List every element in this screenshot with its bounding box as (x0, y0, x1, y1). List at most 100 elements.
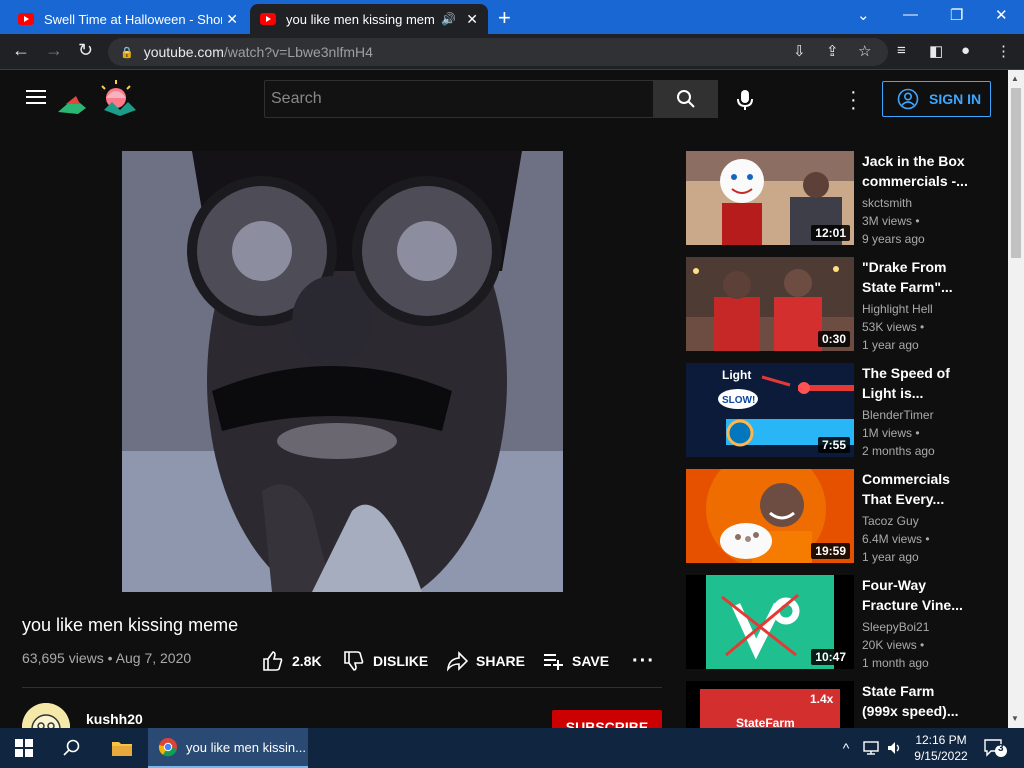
browser-tab-strip: Swell Time at Halloween - Short Fi ✕ you… (0, 0, 1024, 34)
lock-icon: 🔒 (120, 46, 134, 59)
settings-kebab-icon[interactable]: · · · (850, 82, 857, 118)
browser-menu-icon[interactable]: ⋮ (996, 42, 1011, 60)
speaker-icon (888, 742, 900, 754)
scroll-down-icon[interactable]: ▼ (1011, 714, 1019, 723)
recommendation-item[interactable]: StateFarm 1.4x State Farm (999x speed)..… (686, 681, 986, 728)
view-count: 63,695 views (22, 650, 104, 666)
search-icon (63, 739, 80, 756)
install-app-icon[interactable]: ⇩ (793, 42, 806, 60)
hamburger-menu-icon[interactable] (26, 90, 46, 104)
profile-icon[interactable]: ● (961, 42, 970, 59)
network-icon[interactable] (860, 728, 882, 768)
video-meta: 63,695 views • Aug 7, 2020 (22, 650, 192, 666)
video-still-image (122, 151, 563, 592)
scroll-up-icon[interactable]: ▲ (1011, 74, 1019, 83)
recommendation-age: 9 years ago (862, 232, 925, 246)
file-explorer-button[interactable] (100, 728, 144, 768)
video-thumbnail[interactable]: 0:30 (686, 257, 854, 351)
youtube-doodle-logo[interactable] (56, 78, 142, 118)
recommendation-views: 6.4M views • (862, 532, 930, 546)
views-text: 53K views (862, 320, 917, 334)
recommendation-item[interactable]: 19:59 Commercials That Every... Tacoz Gu… (686, 469, 986, 564)
video-frame[interactable] (122, 151, 563, 592)
taskbar-window-title: you like men kissin... (186, 739, 306, 755)
video-thumbnail[interactable]: 10:47 (686, 575, 854, 669)
sign-in-button[interactable]: SIGN IN (882, 81, 991, 117)
thumbnail-text-slow: SLOW! (722, 395, 755, 406)
recommendation-age: 1 year ago (862, 550, 919, 564)
search-input[interactable]: Search (264, 80, 654, 118)
youtube-favicon-icon (260, 13, 276, 25)
search-button[interactable] (654, 80, 718, 118)
recommendation-views: 20K views • (862, 638, 925, 652)
recommendation-title[interactable]: "Drake From State Farm"... (862, 257, 972, 297)
clock-date: 9/15/2022 (914, 749, 968, 763)
start-button[interactable] (4, 728, 44, 768)
tab-inactive[interactable]: Swell Time at Halloween - Short Fi ✕ (8, 4, 248, 34)
page-scrollbar[interactable]: ▲ ▼ (1008, 70, 1024, 728)
action-center-button[interactable]: 3 (984, 738, 1008, 758)
video-player[interactable] (0, 126, 686, 606)
bookmark-star-icon[interactable]: ☆ (858, 42, 871, 60)
recommendation-title[interactable]: Four-Way Fracture Vine... (862, 575, 972, 615)
side-panel-icon[interactable]: ◧ (929, 42, 943, 60)
thumbs-up-icon (263, 651, 283, 671)
taskbar-chrome-window[interactable]: you like men kissin... (148, 728, 308, 768)
reload-icon[interactable]: ↻ (78, 40, 93, 61)
recommendation-title[interactable]: State Farm (999x speed)... (862, 681, 972, 721)
close-tab-icon[interactable]: ✕ (466, 11, 478, 28)
like-count: 2.8K (292, 653, 322, 669)
thumbs-down-icon (344, 651, 364, 671)
new-tab-icon[interactable]: + (498, 5, 511, 31)
like-button[interactable]: 2.8K (262, 650, 322, 672)
tab-search-chevron-icon[interactable]: ⌄ (857, 6, 870, 24)
views-text: 20K views (862, 638, 917, 652)
scrollbar-thumb[interactable] (1011, 88, 1021, 258)
video-duration: 10:47 (811, 649, 850, 665)
back-arrow-icon[interactable]: ← (12, 40, 30, 61)
recommendation-item[interactable]: 12:01 Jack in the Box commercials -... s… (686, 151, 986, 246)
dislike-button[interactable]: DISLIKE (343, 650, 428, 672)
share-page-icon[interactable]: ⇪ (826, 42, 839, 60)
share-button[interactable]: SHARE (446, 650, 525, 672)
more-actions-icon[interactable]: ··· (632, 650, 655, 672)
share-arrow-icon (446, 651, 468, 672)
restore-icon[interactable]: ❐ (950, 6, 963, 24)
video-thumbnail[interactable]: Light SLOW! 7:55 (686, 363, 854, 457)
tray-overflow-chevron-icon[interactable]: ^ (836, 728, 856, 768)
media-control-icon[interactable]: ≡ (897, 42, 906, 59)
thumbnail-image: StateFarm 1.4x (686, 681, 854, 728)
url-host: youtube.com (143, 44, 224, 60)
recommendation-channel: SleepyBoi21 (862, 620, 930, 634)
forward-arrow-icon[interactable]: → (45, 40, 63, 61)
video-thumbnail[interactable]: 19:59 (686, 469, 854, 563)
recommendation-item[interactable]: Light SLOW! 7:55 The Speed of Light is..… (686, 363, 986, 458)
video-thumbnail[interactable]: 12:01 (686, 151, 854, 245)
address-bar[interactable]: 🔒 youtube.com/watch?v=Lbwe3nlfmH4 (108, 38, 888, 66)
system-clock[interactable]: 12:16 PM 9/15/2022 (912, 732, 970, 764)
video-duration: 19:59 (811, 543, 850, 559)
channel-name[interactable]: kushh20 (86, 711, 143, 727)
save-button[interactable]: SAVE (542, 650, 609, 672)
share-label: SHARE (476, 653, 526, 669)
recommendation-age: 1 year ago (862, 338, 919, 352)
recommendation-title[interactable]: Jack in the Box commercials -... (862, 151, 972, 191)
audio-playing-icon[interactable]: 🔊 (441, 12, 456, 26)
microphone-icon[interactable] (733, 88, 757, 112)
tab-active[interactable]: you like men kissing meme - Yo 🔊 ✕ (250, 4, 488, 34)
close-tab-icon[interactable]: ✕ (226, 11, 238, 28)
tab-title: Swell Time at Halloween - Short Fi (44, 11, 222, 27)
recommendation-title[interactable]: The Speed of Light is... (862, 363, 972, 403)
recommendation-channel: BlenderTimer (862, 408, 934, 422)
chrome-logo-icon (158, 738, 177, 757)
recommendation-title[interactable]: Commercials That Every... (862, 469, 972, 509)
volume-icon[interactable] (884, 728, 906, 768)
recommendation-views: 3M views • (862, 214, 920, 228)
video-thumbnail[interactable]: StateFarm 1.4x (686, 681, 854, 728)
taskbar-search-button[interactable] (52, 728, 92, 768)
close-window-icon[interactable]: ✕ (995, 6, 1008, 24)
windows-taskbar: you like men kissin... ^ 12:16 PM 9/15/2… (0, 728, 1024, 768)
minimize-icon[interactable]: — (903, 6, 918, 23)
recommendation-item[interactable]: 0:30 "Drake From State Farm"... Highligh… (686, 257, 986, 352)
recommendation-item[interactable]: 10:47 Four-Way Fracture Vine... SleepyBo… (686, 575, 986, 670)
